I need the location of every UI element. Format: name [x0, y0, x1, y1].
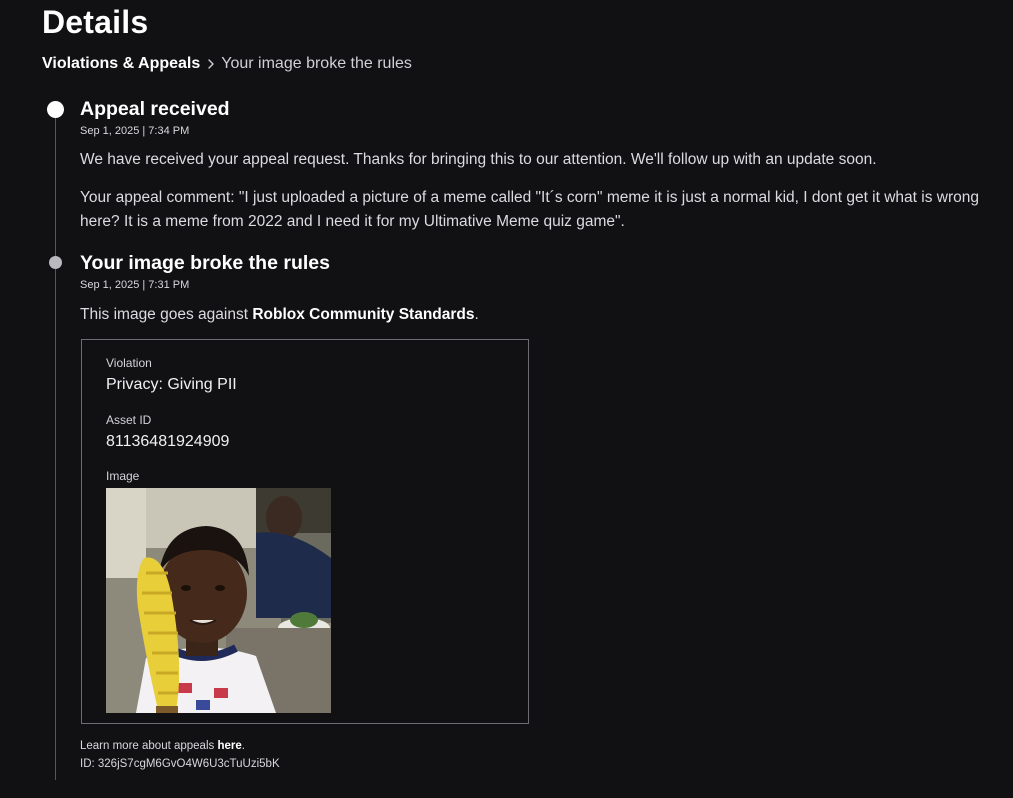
learn-more-suffix: .: [241, 740, 245, 752]
community-standards-link[interactable]: Roblox Community Standards: [252, 306, 474, 323]
violation-value: Privacy: Giving PII: [106, 376, 237, 393]
breadcrumb-current: Your image broke the rules: [221, 55, 412, 72]
appeal-timestamp: Sep 1, 2025 | 7:34 PM: [80, 125, 190, 137]
timeline-dot-appeal: [47, 101, 64, 118]
learn-more-prefix: Learn more about appeals: [80, 740, 218, 752]
image-label: Image: [106, 469, 140, 483]
breadcrumb-link-violations-appeals[interactable]: Violations & Appeals: [42, 55, 200, 73]
appeal-title: Appeal received: [80, 98, 230, 120]
chevron-right-icon: [208, 59, 214, 69]
violation-message: This image goes against Roblox Community…: [80, 303, 479, 327]
page-title: Details: [42, 4, 149, 40]
timeline-line: [55, 104, 56, 780]
violation-id: ID: 326jS7cgM6GvO4W6U3cTuUzi5bK: [80, 758, 280, 770]
asset-image-thumbnail: [106, 488, 331, 713]
learn-more-text: Learn more about appeals here.: [80, 740, 245, 752]
appeal-message: We have received your appeal request. Th…: [80, 151, 877, 168]
violation-message-prefix: This image goes against: [80, 306, 253, 323]
violation-timestamp: Sep 1, 2025 | 7:31 PM: [80, 279, 190, 291]
violation-details-card: Violation Privacy: Giving PII Asset ID 8…: [81, 339, 529, 724]
violation-title: Your image broke the rules: [80, 252, 330, 274]
violation-label: Violation: [106, 356, 152, 370]
appeal-comment: Your appeal comment: "I just uploaded a …: [80, 189, 979, 230]
asset-id-label: Asset ID: [106, 413, 152, 427]
timeline-dot-violation: [49, 256, 62, 269]
asset-image: [106, 488, 331, 713]
asset-id-value: 81136481924909: [106, 433, 230, 450]
breadcrumb: Violations & Appeals Your image broke th…: [42, 55, 412, 73]
violation-message-suffix: .: [474, 306, 479, 323]
learn-more-here-link[interactable]: here: [217, 740, 241, 752]
